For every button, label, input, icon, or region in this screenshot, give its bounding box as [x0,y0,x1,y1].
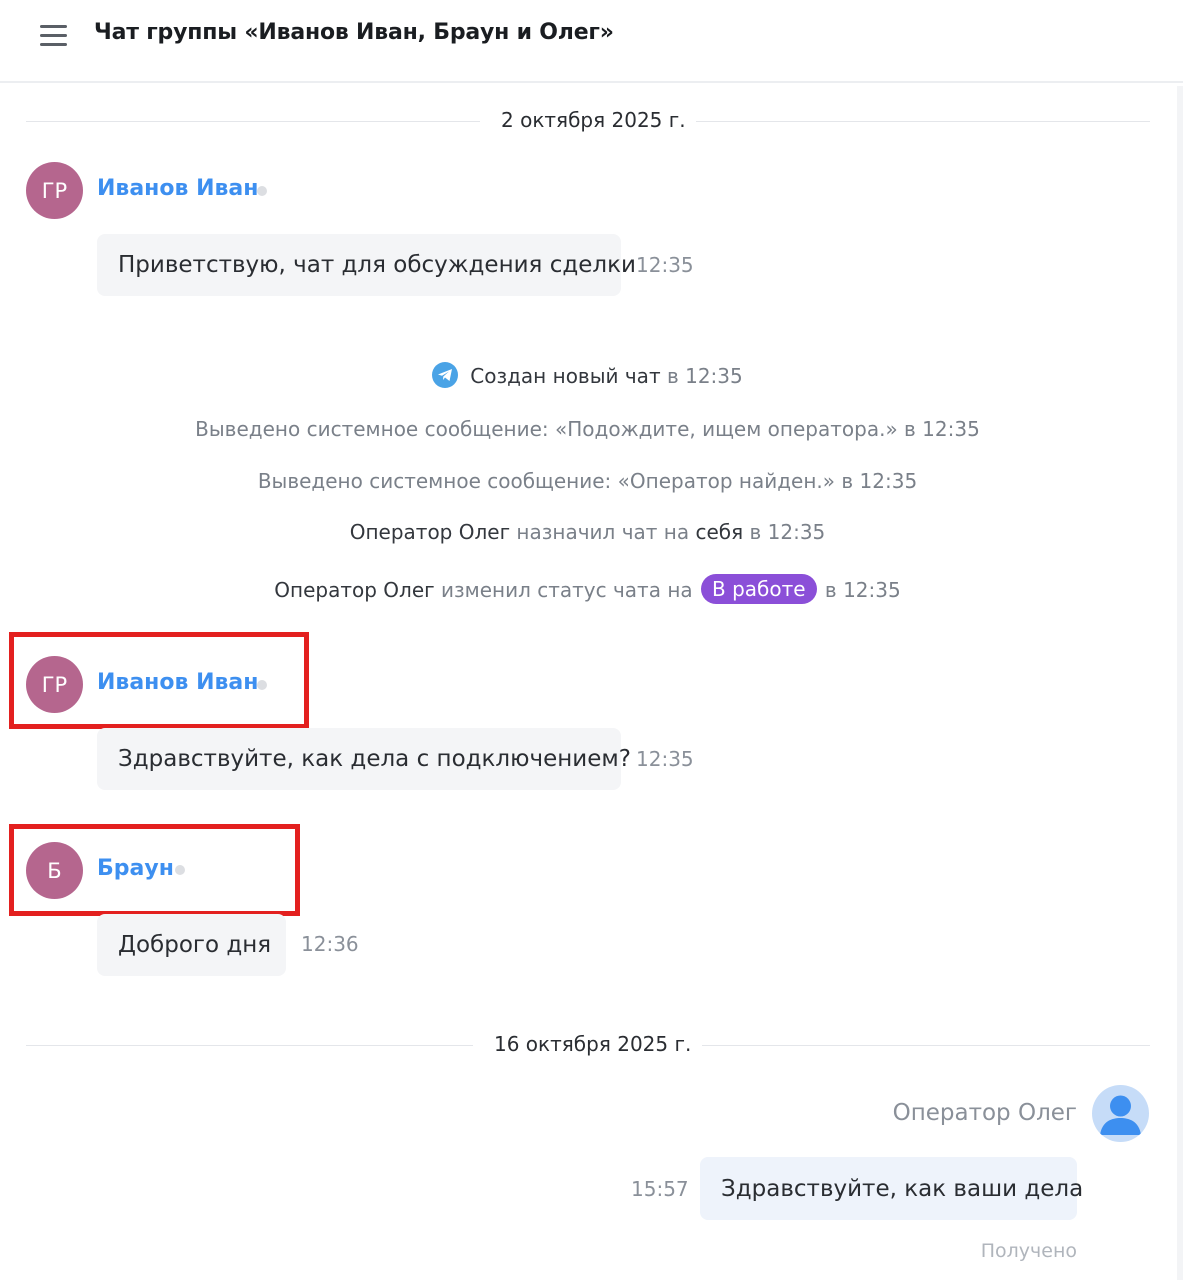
date-label: 2 октября 2025 г. [501,108,686,132]
chat-header: Чат группы «Иванов Иван, Браун и Олег» [0,0,1183,83]
operator-name: Оператор Олег [274,578,435,602]
online-status-dot [257,680,267,690]
hamburger-menu-icon[interactable] [40,24,68,48]
message-bubble[interactable]: Доброго дня [97,914,286,976]
date-separator: 2 октября 2025 г. [26,106,1150,136]
system-message-found: Выведено системное сообщение: «Оператор … [257,469,918,493]
operator-name: Оператор Олег [892,1100,1077,1126]
message-text: Здравствуйте, как ваши дела [721,1175,1084,1202]
message-time: 12:36 [301,932,359,956]
date-separator: 16 октября 2025 г. [26,1030,1150,1060]
operator-name: Оператор Олег [349,520,511,544]
system-event-created: Создан новый чат в 12:35 [0,362,1175,388]
user-avatar-icon[interactable] [1092,1085,1149,1142]
message-text: Здравствуйте, как дела с подключением? [118,746,631,772]
system-event-assign: Оператор Олег назначил чат на себя в 12:… [349,520,826,544]
system-event-text: Создан новый чат [470,364,661,388]
chat-title: Чат группы «Иванов Иван, Браун и Олег» [94,20,614,45]
outgoing-message-bubble[interactable]: Здравствуйте, как ваши дела [700,1157,1083,1220]
avatar[interactable]: Б [26,842,83,899]
avatar[interactable]: ГР [26,656,83,713]
date-label: 16 октября 2025 г. [494,1032,692,1056]
message-text: Доброго дня [118,932,272,958]
avatar[interactable]: ГР [26,162,83,219]
sender-name[interactable]: Иванов Иван [97,176,258,201]
message-text: Приветствую, чат для обсуждения сделки [118,252,636,278]
sender-name[interactable]: Браун [97,856,174,881]
system-event-status: Оператор Олег изменил статус чата на В р… [0,574,1175,604]
delivery-status: Получено [980,1240,1077,1262]
sender-name[interactable]: Иванов Иван [97,670,258,695]
online-status-dot [175,865,185,875]
status-badge: В работе [701,574,817,604]
message-time: 12:35 [636,747,694,771]
message-bubble[interactable]: Здравствуйте, как дела с подключением? [97,728,631,790]
scrollbar[interactable] [1177,86,1183,1280]
message-bubble[interactable]: Приветствую, чат для обсуждения сделки [97,234,636,296]
system-event-time: в 12:35 [660,364,743,388]
message-time: 15:57 [631,1177,689,1201]
message-time: 12:35 [636,253,694,277]
online-status-dot [257,186,267,196]
telegram-icon [432,362,459,388]
system-message-waiting: Выведено системное сообщение: «Подождите… [195,417,980,441]
